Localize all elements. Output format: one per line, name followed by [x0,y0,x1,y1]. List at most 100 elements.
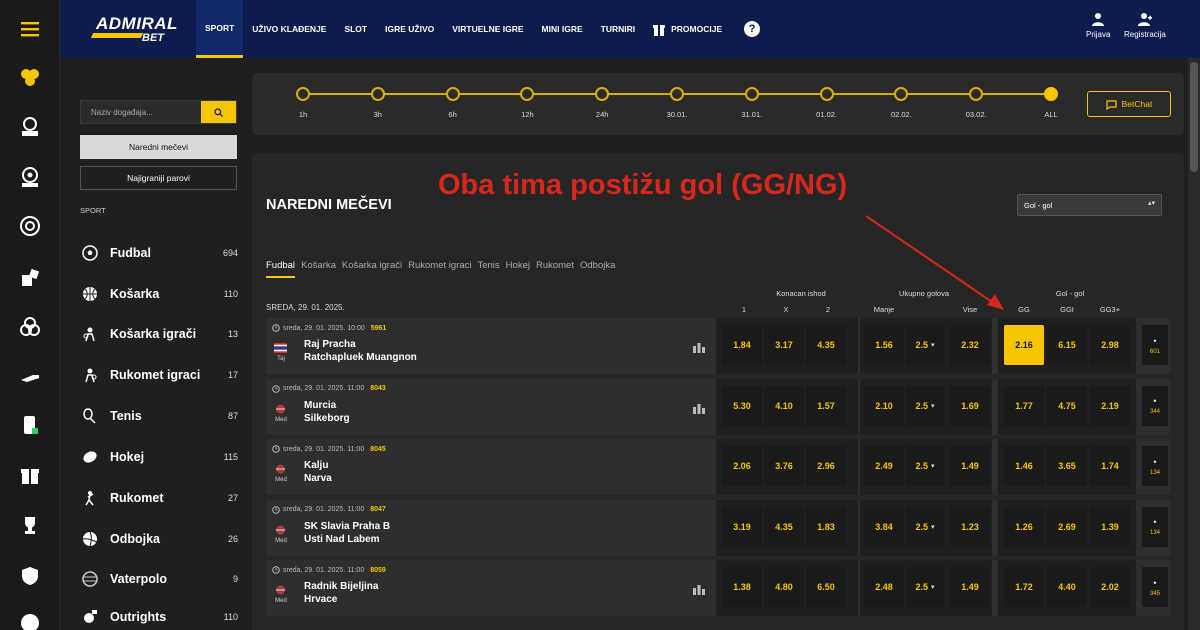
register-button[interactable]: Registracija [1124,12,1166,39]
match-row[interactable]: sreda, 29. 01. 2025. 10:00 5961 Taj Raj Pra… [266,318,1170,374]
odd-button-over[interactable]: 2.32 [950,325,990,365]
odd-button-over[interactable]: 1.69 [950,385,990,426]
timeline-point[interactable] [670,87,684,101]
live-casino-icon[interactable] [17,114,43,140]
sidebar-item-kosarka[interactable]: Košarka 110 [82,284,238,304]
timeline-point[interactable] [744,87,759,101]
goal-line-select[interactable]: 2.5 ▾ [906,446,944,486]
timeline-point[interactable] [520,87,535,101]
odd-button-ggi[interactable]: 2.69 [1047,506,1087,547]
odd-button-1[interactable]: 5.30 [722,385,762,426]
odd-button-x[interactable]: 4.80 [764,567,804,607]
odd-button-2[interactable]: 1.57 [806,385,846,426]
odd-button-gg[interactable]: 2.16 [1004,325,1044,365]
timeline-label[interactable]: 1h [283,110,323,119]
odd-button-ggi[interactable]: 4.40 [1047,567,1087,607]
esports-icon[interactable] [17,363,43,389]
promotions-gift-icon[interactable] [17,462,43,488]
timeline-point[interactable] [370,87,385,101]
odd-button-under[interactable]: 2.48 [864,567,904,607]
sidebar-item-rukomet-igraci[interactable]: Rukomet igraci 17 [82,365,238,385]
betchat-button[interactable]: BetChat [1087,91,1171,117]
timeline-label[interactable]: 31.01. [732,110,772,119]
mini-games-icon[interactable] [17,314,43,340]
nav-tournaments[interactable]: TURNIRI [592,0,644,58]
sidebar-item-odbojka[interactable]: Odbojka 26 [82,529,238,549]
nav-sport[interactable]: SPORT [196,0,244,58]
odd-button-gg3[interactable]: 1.39 [1090,506,1130,547]
away-team[interactable]: Silkeborg [304,413,350,424]
odd-button-under[interactable]: 2.49 [864,446,904,486]
virtual-games-icon[interactable] [17,265,43,291]
tab-kosarka-igraci[interactable]: Košarka igrači [342,260,402,278]
timeline-point[interactable] [445,87,460,101]
goal-line-select[interactable]: 2.5 ▾ [906,325,944,365]
tab-hokej[interactable]: Hokej [506,260,530,278]
odd-button-2[interactable]: 4.35 [806,325,846,365]
live-games-icon[interactable] [17,164,43,190]
odd-button-gg3[interactable]: 1.74 [1090,446,1130,486]
nav-mini-games[interactable]: MINI IGRE [533,0,592,58]
odd-button-1[interactable]: 1.84 [722,325,762,365]
odd-button-ggi[interactable]: 3.65 [1047,446,1087,486]
statistics-icon[interactable] [692,582,706,595]
timeline-label[interactable]: 01.02. [807,110,847,119]
odd-button-gg[interactable]: 1.72 [1004,567,1044,607]
timeline-label[interactable]: 03.02. [956,110,996,119]
odd-button-under[interactable]: 2.10 [864,385,904,426]
odd-button-under[interactable]: 3.84 [864,506,904,547]
login-button[interactable]: Prijava [1086,12,1110,39]
odd-button-gg[interactable]: 1.26 [1004,506,1044,547]
odd-button-x[interactable]: 4.10 [764,385,804,426]
tab-fudbal[interactable]: Fudbal [266,260,296,278]
odd-button-x[interactable]: 3.17 [764,325,804,365]
admiral-bet-logo[interactable]: ADMIRAL BET [88,12,180,46]
odd-button-x[interactable]: 3.76 [764,446,804,486]
statistics-icon[interactable] [692,401,706,414]
help-icon[interactable] [17,610,43,630]
odd-button-ggi[interactable]: 6.15 [1047,325,1087,365]
goal-line-select[interactable]: 2.5 ▾ [906,567,944,607]
hamburger-menu-icon[interactable] [17,16,43,42]
responsible-gaming-shield-icon[interactable] [17,563,43,589]
odd-button-1[interactable]: 3.19 [722,506,762,547]
search-button[interactable] [201,101,236,123]
nav-live-games[interactable]: IGRE UŽIVO [376,0,443,58]
odd-button-2[interactable]: 6.50 [806,567,846,607]
mobile-app-icon[interactable] [17,412,43,438]
nav-help[interactable]: ? [731,0,769,58]
match-row[interactable]: sreda, 29. 01. 2025. 11:00 8047 Med SK Slav… [266,499,1170,556]
timeline-label[interactable]: 24h [582,110,622,119]
timeline-label[interactable]: 12h [507,110,547,119]
odd-button-gg3[interactable]: 2.19 [1090,385,1130,426]
timeline-point[interactable] [1044,87,1058,101]
nav-slot[interactable]: SLOT [335,0,376,58]
timeline-point[interactable] [894,87,909,101]
more-markets-button[interactable]: • 134 [1142,446,1168,486]
more-markets-button[interactable]: • 601 [1142,325,1168,365]
tab-kosarka[interactable]: Košarka [301,260,336,278]
goal-line-select[interactable]: 2.5 ▾ [906,385,944,426]
odd-button-ggi[interactable]: 4.75 [1047,385,1087,426]
nav-live-betting[interactable]: UŽIVO KLAĐENJE [243,0,335,58]
odd-button-2[interactable]: 1.83 [806,506,846,547]
odd-button-x[interactable]: 4.35 [764,506,804,547]
odd-button-1[interactable]: 1.38 [722,567,762,607]
sidebar-item-tenis[interactable]: Tenis 87 [82,406,238,426]
upcoming-matches-button[interactable]: Naredni mečevi [80,135,237,159]
page-scrollbar[interactable] [1188,58,1200,630]
roulette-icon[interactable] [17,213,43,239]
odd-button-over[interactable]: 1.23 [950,506,990,547]
timeline-label[interactable]: ALL [1031,110,1071,119]
sidebar-item-outrights[interactable]: Outrights 110 [82,607,238,627]
odd-button-over[interactable]: 1.49 [950,567,990,607]
away-team[interactable]: Ratchapluek Muangnon [304,352,417,363]
tab-odbojka[interactable]: Odbojka [580,260,615,278]
away-team[interactable]: Narva [304,473,332,484]
away-team[interactable]: Hrvace [304,594,337,605]
nav-promotions[interactable]: PROMOCIJE [644,0,731,58]
match-row[interactable]: sreda, 29. 01. 2025. 11:00 8045 Med Kalju Na… [266,439,1170,495]
more-markets-button[interactable]: • 345 [1142,567,1168,607]
home-team[interactable]: Kalju [304,460,328,471]
most-played-button[interactable]: Najigraniji parovi [80,166,237,190]
